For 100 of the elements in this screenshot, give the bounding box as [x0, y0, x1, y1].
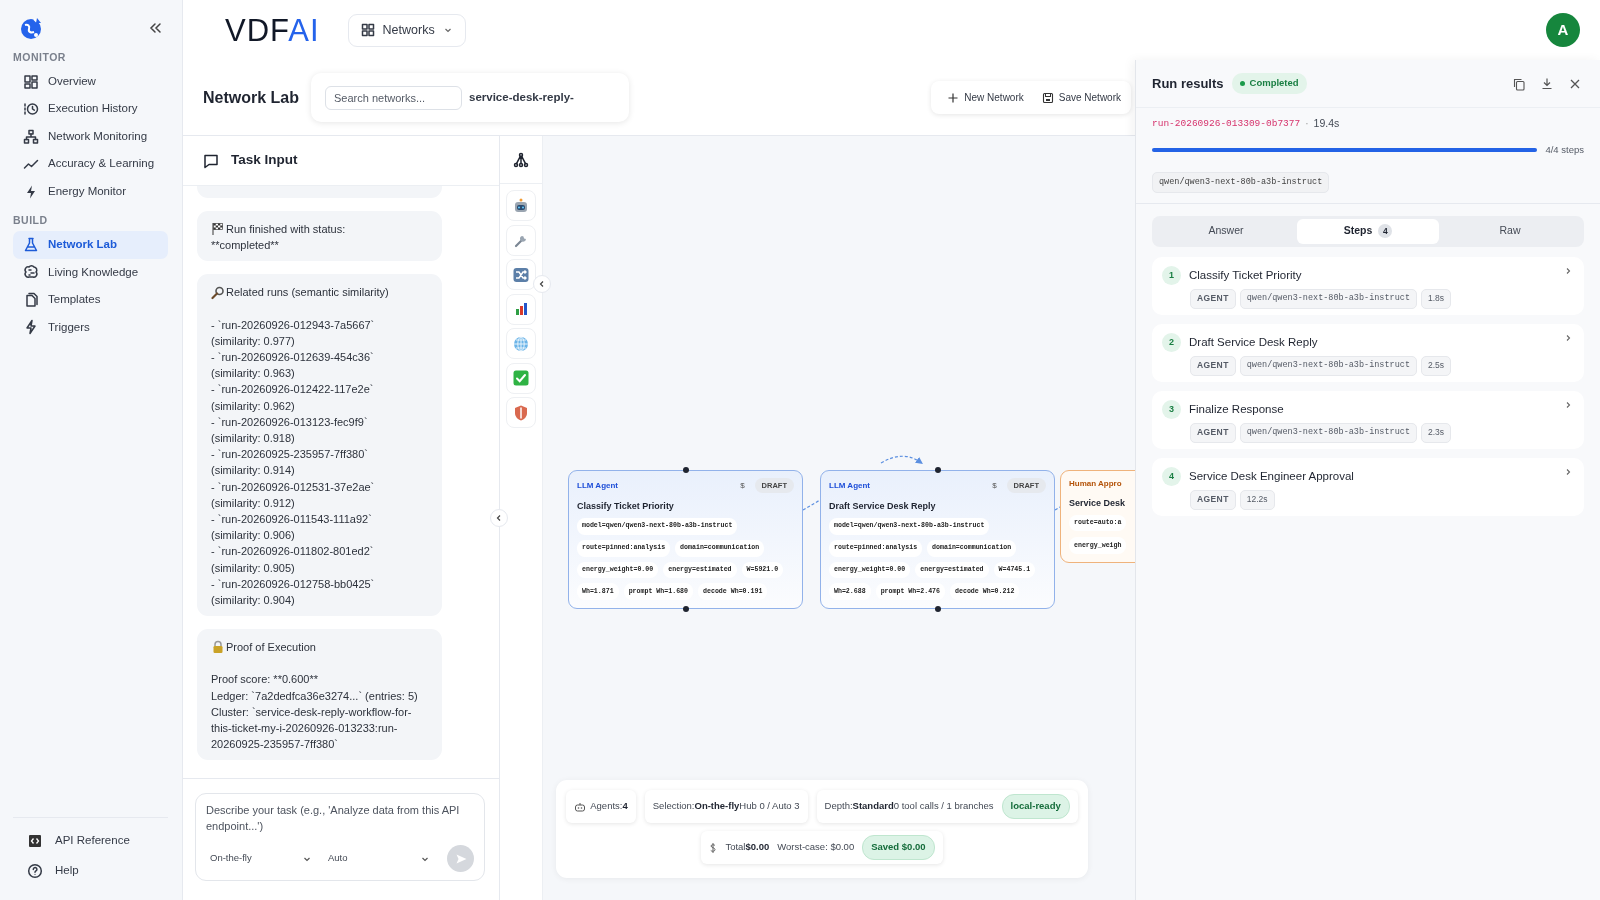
mode-dropdown[interactable]: On-the-fly	[206, 847, 316, 870]
save-icon	[1041, 91, 1054, 104]
tool-button[interactable]	[506, 259, 536, 290]
cost-label: $	[992, 479, 997, 492]
step-tag: 12.2s	[1239, 489, 1275, 510]
new-network-button[interactable]: New Network	[943, 88, 1028, 107]
sidebar-link[interactable]: Help	[13, 856, 168, 886]
sidebar-item[interactable]: Energy Monitor	[13, 177, 168, 206]
message-title: Proof of Execution	[226, 640, 316, 656]
sidebar-item[interactable]: Network Monitoring	[13, 122, 168, 151]
sidebar-item[interactable]: Triggers	[13, 313, 168, 341]
download-icon	[1540, 76, 1554, 91]
step-title: Classify Ticket Priority	[1189, 267, 1302, 283]
step-card[interactable]: 3 Finalize Response AGENT qwen/qwen3-next-80b-a3b-instruct 2.3s	[1152, 390, 1584, 449]
readiness-badge: local-ready	[1001, 794, 1070, 819]
panel-title: Task Input	[231, 152, 298, 169]
globe-icon	[512, 334, 530, 353]
sidebar-item[interactable]: Accuracy & Learning	[13, 150, 168, 178]
savings-badge: Saved $0.00	[862, 835, 935, 860]
model-tag: qwen/qwen3-next-80b-a3b-instruct	[1152, 172, 1330, 193]
step-tag: AGENT	[1190, 355, 1236, 376]
step-number: 4	[1162, 466, 1181, 486]
model-dropdown[interactable]: Auto	[324, 847, 434, 870]
copy-icon	[1512, 76, 1526, 91]
run-id: run-20260926-013309-0b7377	[1152, 116, 1301, 131]
message-line: (similarity: 0.918)	[211, 431, 296, 447]
chevron-right-icon	[1564, 266, 1572, 275]
port-handle[interactable]	[682, 467, 689, 473]
networks-dropdown[interactable]: Networks	[347, 13, 466, 47]
message-line: **completed**	[211, 238, 280, 254]
step-tag: AGENT	[1190, 422, 1236, 443]
save-network-button[interactable]: Save Network	[1037, 88, 1125, 107]
tool-button[interactable]	[506, 293, 536, 325]
task-input-field[interactable]: Describe your task (e.g., 'Analyze data from this API endpoint...') On-the-fly Auto	[195, 793, 485, 881]
agents-chip: Agents:4	[566, 790, 636, 823]
tool-button[interactable]	[506, 190, 536, 221]
chat-icon	[203, 152, 219, 169]
step-number: 1	[1162, 265, 1181, 285]
message-line: - `run-20260926-012943-7a5667`	[211, 317, 376, 333]
node-title: Service Desk	[1069, 497, 1127, 510]
step-tag: qwen/qwen3-next-80b-a3b-instruct	[1239, 422, 1417, 443]
message-title: Run finished with status:	[226, 222, 346, 237]
collapse-chevron-icon[interactable]	[148, 21, 162, 35]
message-title: Related runs (semantic similarity)	[226, 285, 389, 301]
step-number: 3	[1162, 399, 1181, 419]
step-tag: 2.3s	[1421, 422, 1452, 443]
sidebar-item[interactable]: Network Lab	[13, 231, 168, 259]
sidebar-item[interactable]: Living Knowledge	[13, 258, 168, 286]
cost-label: $	[740, 479, 745, 492]
node-type: LLM Agent	[829, 479, 871, 492]
message-line: - `run-20260925-235957-7ff380`	[211, 447, 369, 463]
message-line: (similarity: 0.963)	[211, 366, 296, 382]
step-card[interactable]: 1 Classify Ticket Priority AGENT qwen/qwen3-next-80b-a3b-instruct 1.8s	[1152, 256, 1584, 315]
depth-chip: Depth:Standard0 tool calls / 1 branches local-ready	[816, 790, 1078, 823]
shuffle-icon	[512, 265, 530, 284]
sidebar-link[interactable]: API Reference	[13, 826, 168, 856]
collapse-handle[interactable]	[490, 509, 508, 527]
lightning-icon	[23, 319, 39, 336]
network-tree-icon[interactable]	[513, 151, 529, 168]
tab[interactable]: Steps 4	[1297, 218, 1439, 244]
page-title: Network Lab	[203, 87, 299, 108]
message-line: - `run-20260926-012531-37e2ae`	[211, 479, 376, 495]
code-icon	[27, 833, 43, 849]
message-line: Cluster: `service-desk-reply-workflow-for-this-ticket-my-i-20260926-013233:run-20260925-235957-7ff380`	[211, 704, 413, 753]
sidebar-item[interactable]: Execution History	[13, 95, 168, 123]
chevron-right-icon	[1564, 467, 1572, 476]
status-badge: Completed	[1231, 73, 1307, 94]
step-title: Finalize Response	[1189, 401, 1284, 417]
message-line: (similarity: 0.912)	[211, 495, 296, 511]
port-handle[interactable]	[934, 606, 941, 613]
avatar[interactable]: A	[1546, 13, 1580, 47]
history-icon	[23, 101, 39, 117]
step-tag: qwen/qwen3-next-80b-a3b-instruct	[1239, 355, 1417, 376]
node-title: Draft Service Desk Reply	[829, 500, 937, 514]
agent-node[interactable]	[568, 470, 803, 610]
step-card[interactable]: 2 Draft Service Desk Reply AGENT qwen/qwen3-next-80b-a3b-instruct 2.5s	[1152, 323, 1584, 382]
selection-chip: Selection:On-the-flyHub 0 / Auto 3	[644, 790, 808, 823]
grid-icon	[23, 73, 39, 90]
app-logo-icon	[19, 16, 43, 40]
agent-node[interactable]	[820, 470, 1055, 610]
tool-button[interactable]	[506, 397, 536, 428]
step-tag: AGENT	[1190, 489, 1236, 510]
message-line: Proof score: **0.600**	[211, 672, 319, 688]
connector-line	[802, 499, 821, 511]
sidebar-item[interactable]: Templates	[13, 286, 168, 314]
plus-icon	[947, 91, 960, 104]
tab[interactable]: Raw	[1439, 218, 1581, 244]
lock-icon	[211, 640, 225, 655]
message-line: (similarity: 0.962)	[211, 398, 296, 414]
document-icon	[23, 291, 39, 308]
tab[interactable]: Answer	[1155, 218, 1297, 244]
chevron-left-icon	[495, 514, 503, 522]
search-field[interactable]: Search networks...	[325, 85, 462, 110]
sidebar-item[interactable]: Overview	[13, 67, 168, 96]
message-line: (similarity: 0.977)	[211, 333, 296, 349]
panel-title: Run results	[1152, 75, 1224, 92]
port-handle[interactable]	[682, 606, 689, 613]
robot-icon	[574, 800, 587, 813]
step-card[interactable]: 4 Service Desk Engineer Approval AGENT 12.2s	[1152, 457, 1584, 516]
port-handle[interactable]	[934, 467, 941, 473]
